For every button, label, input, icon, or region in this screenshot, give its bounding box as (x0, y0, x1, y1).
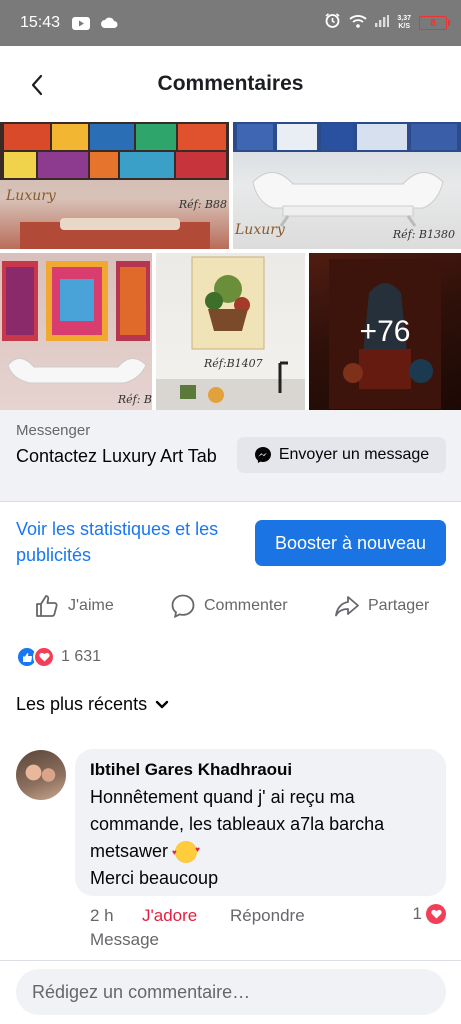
love-reaction-icon-small (426, 904, 446, 924)
comment-bubble[interactable]: Ibtihel Gares Khadhraoui Honnêtement qua… (75, 749, 446, 896)
comment-text: Honnêtement quand j' ai reçu ma commande… (90, 784, 432, 892)
view-stats-link[interactable]: Voir les statistiques et les publicités (16, 516, 248, 568)
comment-input[interactable] (16, 969, 446, 1015)
battery-icon: 8 (419, 16, 450, 30)
comment-meta: 2 h J'adore Répondre 1 (90, 904, 446, 928)
post-image-2[interactable]: Luxury Réf: B1380 (233, 122, 461, 249)
thumbs-up-icon (36, 595, 58, 617)
page-header: Commentaires (0, 46, 461, 122)
post-image-grid[interactable]: Luxury Réf: B88 Luxury Réf: B1380 Réf: B (0, 122, 461, 410)
comment-composer-bar (0, 960, 461, 1024)
status-time: 15:43 (20, 14, 61, 31)
more-photos-count: +76 (359, 314, 411, 348)
sort-label: Les plus récents (16, 694, 148, 714)
comment-reaction-number: 1 (412, 904, 422, 923)
comment-bubble-icon (171, 594, 195, 619)
post-image-5[interactable]: +76 (309, 253, 461, 410)
youtube-icon (72, 16, 91, 30)
send-message-label: Envoyer un message (278, 446, 430, 463)
messenger-icon (254, 447, 271, 463)
comment-time: 2 h (90, 906, 114, 925)
boost-label: Booster à nouveau (274, 532, 427, 553)
cloud-icon (100, 17, 118, 29)
contact-text: Contactez Luxury Art Tab (16, 446, 217, 466)
ref-label-4: Réf:B1407 (204, 357, 263, 370)
artwork-1-illustration (0, 122, 229, 249)
post-image-4[interactable]: Réf:B1407 (156, 253, 305, 410)
brand-watermark: Luxury (6, 188, 56, 204)
status-bar: 15:43 3,37 K/S 8 (0, 0, 461, 46)
reply-button[interactable]: Répondre (230, 906, 305, 926)
back-button[interactable] (22, 70, 52, 100)
ref-label-3: Réf: B (117, 393, 152, 406)
ref-label-2: Réf: B1380 (392, 228, 455, 241)
share-label: Partager (368, 597, 430, 614)
love-reaction-icon (33, 646, 55, 668)
more-photos-overlay[interactable]: +76 (309, 253, 461, 410)
comment-text-line1: Honnêtement quand j' ai reçu ma commande… (90, 787, 385, 861)
brand-watermark-2: Luxury (235, 222, 285, 238)
send-message-button[interactable]: Envoyer un message (237, 437, 446, 473)
comment-button[interactable]: Commenter (170, 586, 288, 626)
reactions-summary[interactable]: 1 631 (16, 645, 101, 669)
like-label: J'aime (68, 597, 114, 614)
commenter-avatar[interactable] (16, 750, 66, 800)
net-speed: 3,37 K/S (397, 15, 411, 31)
page-title: Commentaires (157, 72, 304, 95)
post-actions-bar: J'aime Commenter Partager (0, 586, 461, 626)
signal-icon (375, 14, 390, 32)
like-button[interactable]: J'aime (34, 586, 114, 626)
adore-reaction-button[interactable]: J'adore (142, 906, 197, 926)
chevron-left-icon (31, 74, 43, 96)
post-image-3[interactable]: Réf: B (0, 253, 152, 410)
comment-reaction-count[interactable]: 1 (413, 904, 446, 924)
comment-label: Commenter (204, 597, 288, 614)
comment-text-line2: Merci beaucoup (90, 868, 219, 888)
smiling-face-with-hearts-icon (172, 836, 200, 866)
chevron-down-icon (155, 700, 169, 708)
post-image-1[interactable]: Luxury Réf: B88 (0, 122, 229, 249)
net-speed-unit: K/S (398, 23, 411, 30)
share-arrow-icon (335, 596, 359, 617)
artwork-3-illustration (2, 261, 150, 384)
net-speed-value: 3,37 (397, 15, 411, 22)
boost-again-button[interactable]: Booster à nouveau (255, 520, 446, 566)
wifi-icon (349, 14, 367, 33)
comment-author[interactable]: Ibtihel Gares Khadhraoui (90, 760, 432, 780)
message-button[interactable]: Message (90, 930, 159, 950)
messenger-section: Messenger Contactez Luxury Art Tab Envoy… (0, 410, 461, 502)
ref-label-1: Réf: B88 (178, 198, 227, 211)
reaction-count: 1 631 (61, 648, 102, 665)
battery-level: 8 (430, 17, 436, 29)
artwork-4-illustration (156, 256, 305, 410)
alarm-icon (324, 12, 341, 34)
share-button[interactable]: Partager (334, 586, 429, 626)
sort-dropdown[interactable]: Les plus récents (16, 694, 169, 715)
messenger-label: Messenger (16, 422, 91, 439)
